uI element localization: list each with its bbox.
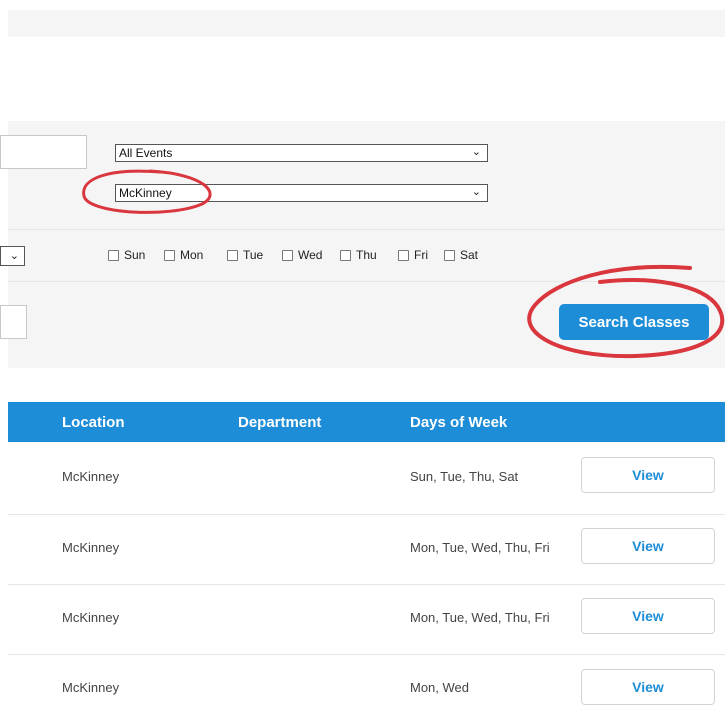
time-select[interactable]: ⌄ [0, 246, 25, 266]
checkbox-icon [444, 249, 455, 261]
chevron-down-icon: ⌄ [471, 146, 481, 158]
day-label: Thu [356, 248, 377, 262]
top-bar [8, 10, 725, 37]
day-checkbox-sun[interactable]: Sun [108, 248, 145, 262]
row-location: McKinney [62, 610, 120, 625]
row-location: McKinney [62, 540, 120, 555]
chevron-down-icon: ⌄ [9, 250, 19, 262]
view-button[interactable]: View [581, 457, 715, 493]
checkbox-icon [227, 249, 238, 261]
day-label: Wed [298, 248, 323, 262]
keyword-input[interactable] [0, 135, 87, 169]
day-label: Fri [414, 248, 428, 262]
day-label: Sat [460, 248, 479, 262]
date-input[interactable] [0, 305, 27, 339]
day-label: Tue [243, 248, 264, 262]
location-value: McKinney [119, 186, 172, 200]
day-checkbox-wed[interactable]: Wed [282, 248, 322, 262]
view-button[interactable]: View [581, 669, 715, 705]
filter-divider [8, 281, 725, 282]
search-classes-button[interactable]: Search Classes [559, 304, 709, 340]
row-location: McKinney [62, 469, 120, 484]
day-checkbox-sat[interactable]: Sat [444, 248, 478, 262]
day-checkbox-fri[interactable]: Fri [398, 248, 428, 262]
column-header-department: Department [238, 414, 322, 431]
day-checkbox-thu[interactable]: Thu [340, 248, 377, 262]
checkbox-icon [282, 249, 293, 261]
checkbox-icon [108, 249, 119, 261]
row-days: Mon, Tue, Wed, Thu, Fri [410, 540, 550, 555]
checkbox-icon [164, 249, 175, 261]
row-days: Sun, Tue, Thu, Sat [410, 469, 519, 484]
event-type-value: All Events [119, 146, 173, 160]
row-divider [8, 514, 725, 515]
view-button[interactable]: View [581, 598, 715, 634]
row-days: Mon, Tue, Wed, Thu, Fri [410, 610, 550, 625]
checkbox-icon [340, 249, 351, 261]
row-divider [8, 584, 725, 585]
row-divider [8, 654, 725, 655]
location-select[interactable]: McKinney ⌄ [115, 184, 488, 202]
day-label: Mon [180, 248, 204, 262]
filter-divider [8, 229, 725, 230]
day-checkbox-mon[interactable]: Mon [164, 248, 203, 262]
day-checkbox-tue[interactable]: Tue [227, 248, 263, 262]
chevron-down-icon: ⌄ [471, 186, 481, 198]
event-type-select[interactable]: All Events ⌄ [115, 144, 488, 162]
column-header-location: Location [62, 414, 125, 431]
day-label: Sun [124, 248, 146, 262]
checkbox-icon [398, 249, 409, 261]
column-header-days: Days of Week [410, 414, 508, 431]
view-button[interactable]: View [581, 528, 715, 564]
